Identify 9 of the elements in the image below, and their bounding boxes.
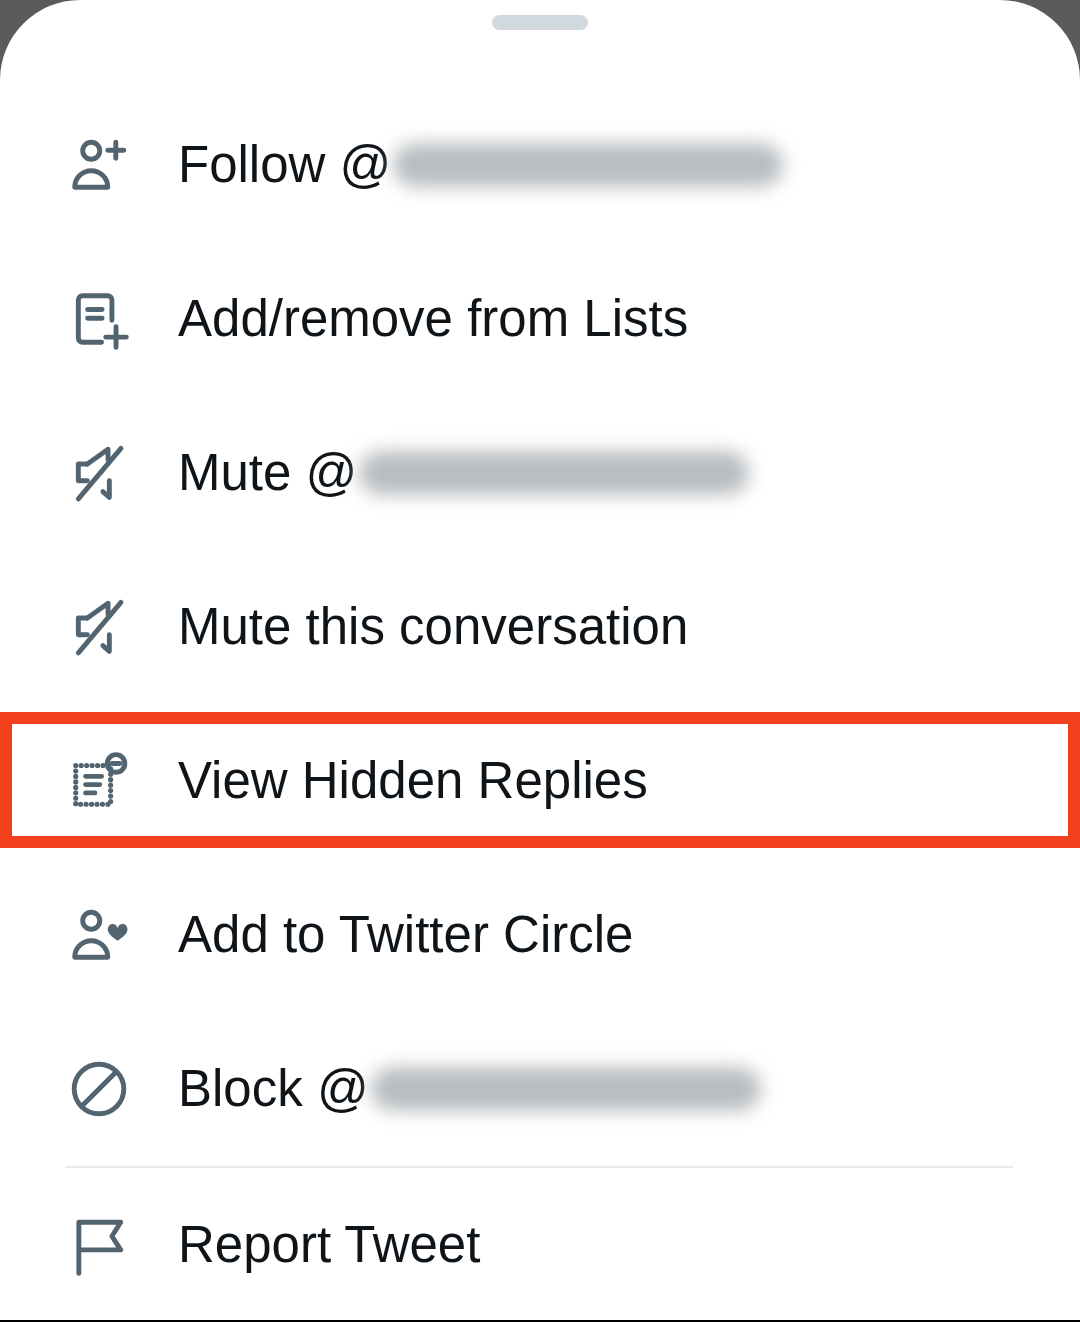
menu-item[interactable]: Follow @ bbox=[68, 134, 392, 196]
menu-item[interactable]: Add to Twitter Circle bbox=[68, 904, 634, 966]
menu-item[interactable]: Mute @ bbox=[68, 442, 358, 504]
menu-item[interactable]: Block @ bbox=[68, 1058, 369, 1120]
menu-item[interactable]: View Hidden Replies bbox=[68, 750, 648, 812]
menu-item[interactable]: Report Tweet bbox=[68, 1214, 481, 1276]
menu-item[interactable]: Add/remove from Lists bbox=[68, 288, 689, 350]
menu-item[interactable]: Mute this conversation bbox=[68, 596, 689, 658]
drag-handle[interactable] bbox=[492, 15, 588, 30]
